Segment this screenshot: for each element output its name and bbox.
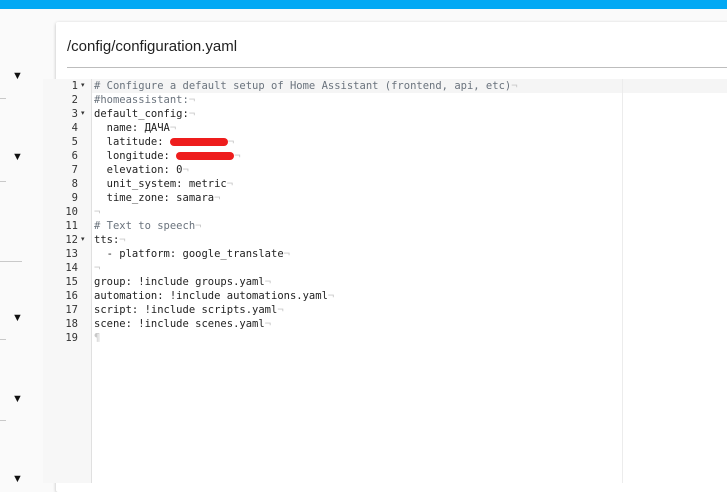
- end-of-line-marker: ¬: [195, 220, 202, 232]
- code-line[interactable]: # Text to speech¬: [94, 219, 201, 233]
- code-text: group: !include groups.yaml: [94, 276, 265, 288]
- code-line[interactable]: # Configure a default setup of Home Assi…: [94, 79, 518, 93]
- code-line[interactable]: ¬: [94, 261, 100, 275]
- code-text: longitude:: [94, 150, 177, 162]
- end-of-line-marker: ¬: [511, 80, 518, 92]
- expand-toggle-icon[interactable]: ▼: [12, 71, 23, 82]
- redaction-mark: [169, 138, 228, 146]
- code-line[interactable]: elevation: 0¬: [94, 163, 189, 177]
- end-of-line-marker: ¬: [214, 192, 221, 204]
- line-number: 15: [65, 276, 78, 288]
- end-of-line-marker: ¬: [277, 304, 284, 316]
- expand-toggle-icon[interactable]: ▼: [12, 152, 23, 163]
- line-number: 13: [65, 248, 78, 260]
- line-number: 2: [71, 94, 78, 106]
- sidebar: ▼ ▼ ▼ ▼ ▼: [0, 9, 42, 485]
- line-number: 17: [65, 304, 78, 316]
- code-line[interactable]: name: ДАЧА¬: [94, 121, 177, 135]
- code-text: default_config:: [94, 108, 189, 120]
- code-line[interactable]: #homeassistant:¬: [94, 93, 195, 107]
- title-divider: [67, 67, 727, 68]
- line-number: 12: [65, 234, 78, 246]
- sidebar-divider: [0, 98, 6, 99]
- fold-toggle-icon[interactable]: ▾: [81, 79, 85, 93]
- line-number: 9: [71, 192, 78, 204]
- code-line[interactable]: automation: !include automations.yaml¬: [94, 289, 334, 303]
- line-number: 8: [71, 178, 78, 190]
- code-line[interactable]: default_config:¬: [94, 107, 195, 121]
- code-line[interactable]: group: !include groups.yaml¬: [94, 275, 271, 289]
- end-of-line-marker: ¬: [94, 262, 101, 274]
- end-of-line-marker: ¬: [283, 248, 290, 260]
- code-text: elevation: 0: [94, 164, 183, 176]
- code-line[interactable]: - platform: google_translate¬: [94, 247, 290, 261]
- expand-toggle-icon[interactable]: ▼: [12, 394, 23, 405]
- line-number: 7: [71, 164, 78, 176]
- line-number: 1: [71, 80, 78, 92]
- end-of-line-marker: ¬: [94, 206, 101, 218]
- code-text: scene: !include scenes.yaml: [94, 318, 265, 330]
- code-text: # Configure a default setup of Home Assi…: [94, 80, 512, 92]
- end-of-line-marker: ¬: [182, 164, 189, 176]
- code-text: script: !include scripts.yaml: [94, 304, 278, 316]
- sidebar-divider: [0, 339, 6, 340]
- line-number: 5: [71, 136, 78, 148]
- line-number: 18: [65, 318, 78, 330]
- fold-toggle-icon[interactable]: ▾: [81, 107, 85, 121]
- code-text: time_zone: samara: [94, 192, 215, 204]
- code-line[interactable]: scene: !include scenes.yaml¬: [94, 317, 271, 331]
- code-line[interactable]: time_zone: samara¬: [94, 191, 221, 205]
- end-of-line-marker: ¬: [169, 122, 177, 134]
- line-number: 16: [65, 290, 78, 302]
- line-number: 14: [65, 262, 78, 274]
- code-text: - platform: google_translate: [94, 248, 284, 260]
- code-line[interactable]: latitude: ¬: [94, 135, 235, 149]
- code-line[interactable]: longitude: ¬: [94, 149, 241, 163]
- end-of-line-marker: ¬: [188, 108, 196, 120]
- end-of-line-marker: ¬: [227, 136, 235, 148]
- line-number: 6: [71, 150, 78, 162]
- print-margin: [622, 79, 623, 483]
- code-line[interactable]: ¶: [94, 331, 100, 345]
- expand-toggle-icon[interactable]: ▼: [12, 313, 23, 324]
- code-text: automation: !include automations.yaml: [94, 290, 328, 302]
- sidebar-divider: [0, 181, 6, 182]
- line-number: 3: [71, 108, 78, 120]
- code-text: #homeassistant:: [94, 94, 189, 106]
- code-text: tts:: [94, 234, 120, 246]
- code-text: unit_system: metric: [94, 178, 227, 190]
- redaction-mark: [176, 152, 235, 160]
- code-line[interactable]: script: !include scripts.yaml¬: [94, 303, 284, 317]
- end-of-line-marker: ¬: [264, 276, 272, 288]
- code-line[interactable]: unit_system: metric¬: [94, 177, 233, 191]
- code-line[interactable]: ¬: [94, 205, 100, 219]
- fold-toggle-icon[interactable]: ▾: [81, 233, 85, 247]
- end-of-line-marker: ¬: [188, 94, 196, 106]
- line-number: 19: [65, 332, 78, 344]
- app-toolbar: [0, 0, 727, 9]
- end-of-line-marker: ¬: [327, 290, 335, 302]
- end-of-line-marker: ¬: [119, 234, 126, 246]
- expand-toggle-icon[interactable]: ▼: [12, 474, 23, 485]
- line-number: 10: [65, 206, 78, 218]
- sidebar-divider: [0, 420, 6, 421]
- code-text: name: ДАЧА: [94, 122, 170, 134]
- file-path-title: /config/configuration.yaml: [67, 38, 238, 55]
- sidebar-divider: [0, 261, 22, 262]
- end-of-line-marker: ¬: [234, 150, 241, 162]
- code-text: latitude:: [94, 136, 170, 148]
- line-number: 11: [65, 220, 78, 232]
- code-line[interactable]: tts:¬: [94, 233, 126, 247]
- end-of-line-marker: ¬: [226, 178, 234, 190]
- line-number: 4: [71, 122, 78, 134]
- end-of-file-marker: ¶: [94, 332, 101, 344]
- code-text: # Text to speech: [94, 220, 196, 232]
- end-of-line-marker: ¬: [264, 318, 272, 330]
